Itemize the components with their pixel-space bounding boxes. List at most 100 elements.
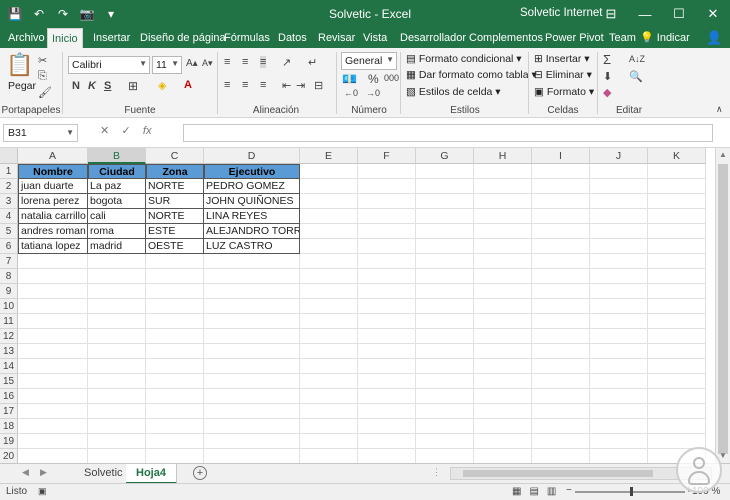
cell-e3[interactable] xyxy=(300,194,358,209)
cell-e10[interactable] xyxy=(300,299,358,314)
cancel-icon[interactable]: ✕ xyxy=(100,125,109,137)
cell-e20[interactable] xyxy=(300,449,358,463)
cell-g7[interactable] xyxy=(416,254,474,269)
cell-h4[interactable] xyxy=(474,209,532,224)
cell-e6[interactable] xyxy=(300,239,358,254)
cell-g5[interactable] xyxy=(416,224,474,239)
cell-g6[interactable] xyxy=(416,239,474,254)
cell-d1[interactable]: Ejecutivo xyxy=(204,164,300,179)
cell-i10[interactable] xyxy=(532,299,590,314)
cell-g3[interactable] xyxy=(416,194,474,209)
cell-f7[interactable] xyxy=(358,254,416,269)
split-handle-icon[interactable]: ⋮ xyxy=(432,467,441,478)
indent-decrease-icon[interactable]: ⇤ xyxy=(282,79,291,92)
column-header-k[interactable]: K xyxy=(648,148,706,164)
cell-e8[interactable] xyxy=(300,269,358,284)
cell-b9[interactable] xyxy=(88,284,146,299)
cell-c4[interactable]: NORTE xyxy=(146,209,204,224)
cell-a12[interactable] xyxy=(18,329,88,344)
row-header-6[interactable]: 6 xyxy=(0,239,18,254)
cell-b1[interactable]: Ciudad xyxy=(88,164,146,179)
cell-h12[interactable] xyxy=(474,329,532,344)
cell-g11[interactable] xyxy=(416,314,474,329)
row-header-16[interactable]: 16 xyxy=(0,389,18,404)
cell-j20[interactable] xyxy=(590,449,648,463)
cell-h17[interactable] xyxy=(474,404,532,419)
cell-i15[interactable] xyxy=(532,374,590,389)
cell-j15[interactable] xyxy=(590,374,648,389)
tell-me-search[interactable]: 💡 Indicar xyxy=(640,28,690,48)
conditional-format-button[interactable]: ▤ Formato condicional ▾ xyxy=(406,53,522,65)
cell-h18[interactable] xyxy=(474,419,532,434)
cell-a14[interactable] xyxy=(18,359,88,374)
row-header-17[interactable]: 17 xyxy=(0,404,18,419)
cell-i17[interactable] xyxy=(532,404,590,419)
cell-g9[interactable] xyxy=(416,284,474,299)
row-header-4[interactable]: 4 xyxy=(0,209,18,224)
find-select-icon[interactable]: 🔍 xyxy=(629,70,643,83)
tab-insertar[interactable]: Insertar xyxy=(89,28,134,48)
minimize-icon[interactable]: — xyxy=(628,0,662,28)
cell-e17[interactable] xyxy=(300,404,358,419)
cell-k6[interactable] xyxy=(648,239,706,254)
tab-team[interactable]: Team xyxy=(605,28,640,48)
cell-g10[interactable] xyxy=(416,299,474,314)
column-header-g[interactable]: G xyxy=(416,148,474,164)
thousands-separator-button[interactable]: 000 xyxy=(384,73,399,83)
cell-b12[interactable] xyxy=(88,329,146,344)
row-header-18[interactable]: 18 xyxy=(0,419,18,434)
formula-input[interactable] xyxy=(183,124,713,142)
cell-e13[interactable] xyxy=(300,344,358,359)
cell-k16[interactable] xyxy=(648,389,706,404)
cell-c17[interactable] xyxy=(146,404,204,419)
cell-j19[interactable] xyxy=(590,434,648,449)
row-header-11[interactable]: 11 xyxy=(0,314,18,329)
cell-d4[interactable]: LINA REYES xyxy=(204,209,300,224)
column-header-f[interactable]: F xyxy=(358,148,416,164)
align-bottom-icon[interactable]: ≡ xyxy=(260,56,267,68)
tab-power-pivot[interactable]: Power Pivot xyxy=(541,28,608,48)
cell-k5[interactable] xyxy=(648,224,706,239)
cell-i9[interactable] xyxy=(532,284,590,299)
cell-j10[interactable] xyxy=(590,299,648,314)
italic-button[interactable]: K xyxy=(88,80,96,92)
cell-i8[interactable] xyxy=(532,269,590,284)
cell-d9[interactable] xyxy=(204,284,300,299)
cell-h6[interactable] xyxy=(474,239,532,254)
cell-c13[interactable] xyxy=(146,344,204,359)
cell-a2[interactable]: juan duarte xyxy=(18,179,88,194)
cell-d2[interactable]: PEDRO GOMEZ xyxy=(204,179,300,194)
cell-a1[interactable]: Nombre xyxy=(18,164,88,179)
cell-k7[interactable] xyxy=(648,254,706,269)
insert-cells-button[interactable]: ⊞ Insertar ▾ xyxy=(534,53,590,65)
normal-view-icon[interactable]: ▦ xyxy=(512,486,521,497)
borders-icon[interactable]: ⊞ xyxy=(128,79,138,93)
cell-k3[interactable] xyxy=(648,194,706,209)
cell-h5[interactable] xyxy=(474,224,532,239)
cell-f12[interactable] xyxy=(358,329,416,344)
align-center-icon[interactable]: ≡ xyxy=(242,79,248,91)
grow-font-icon[interactable]: A▴ xyxy=(186,58,198,69)
cell-h9[interactable] xyxy=(474,284,532,299)
vertical-scrollbar[interactable]: ▲ ▼ xyxy=(715,148,730,463)
cell-f9[interactable] xyxy=(358,284,416,299)
cell-g1[interactable] xyxy=(416,164,474,179)
page-break-view-icon[interactable]: ▥ xyxy=(547,486,556,497)
scroll-up-icon[interactable]: ▲ xyxy=(716,148,730,162)
cell-h16[interactable] xyxy=(474,389,532,404)
save-icon[interactable]: 💾 xyxy=(6,5,24,23)
cell-g15[interactable] xyxy=(416,374,474,389)
cell-f13[interactable] xyxy=(358,344,416,359)
cell-j14[interactable] xyxy=(590,359,648,374)
account-name[interactable]: Solvetic Internet xyxy=(520,7,602,19)
row-header-15[interactable]: 15 xyxy=(0,374,18,389)
cell-g14[interactable] xyxy=(416,359,474,374)
cell-b19[interactable] xyxy=(88,434,146,449)
cell-j1[interactable] xyxy=(590,164,648,179)
cell-a9[interactable] xyxy=(18,284,88,299)
name-box[interactable]: B31 ▼ xyxy=(3,124,78,142)
cell-h10[interactable] xyxy=(474,299,532,314)
prev-sheet-icon[interactable]: ◀ xyxy=(22,467,29,478)
cell-j5[interactable] xyxy=(590,224,648,239)
cell-d3[interactable]: JOHN QUIÑONES xyxy=(204,194,300,209)
